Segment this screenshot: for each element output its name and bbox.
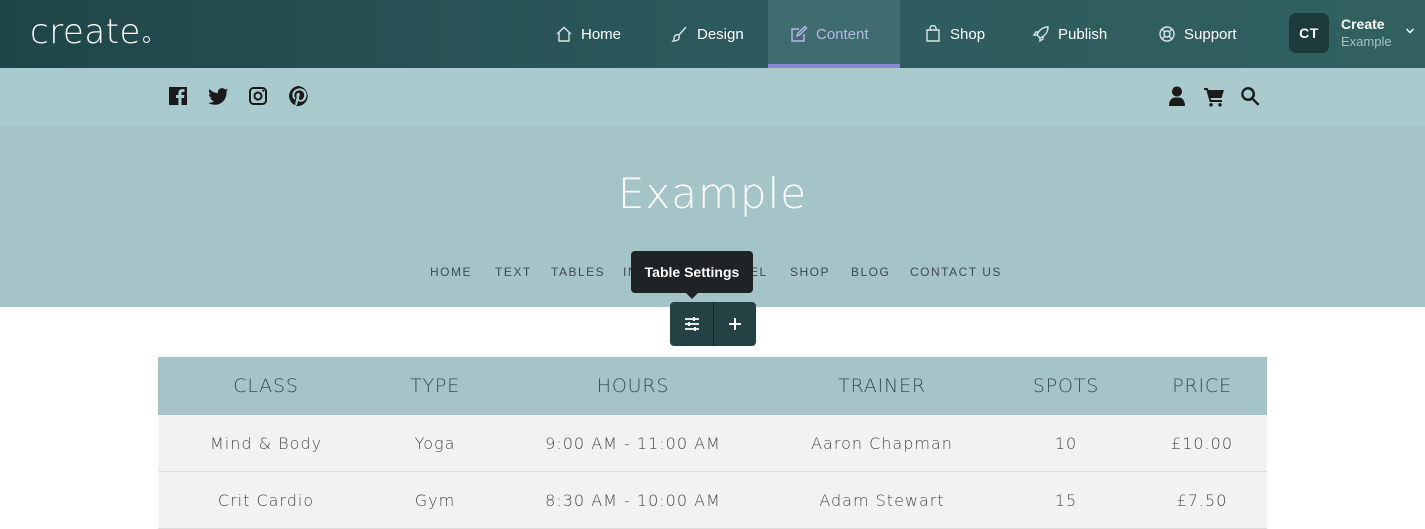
cell-price: £10.00 bbox=[1171, 434, 1233, 453]
cell-class: Crit Cardio bbox=[217, 491, 315, 510]
brush-icon bbox=[671, 26, 687, 42]
table-row[interactable]: Mind & Body Yoga 9:00 AM - 11:00 AM Aaro… bbox=[158, 415, 1267, 472]
cell-price: £7.50 bbox=[1176, 491, 1228, 510]
app-bar: create Home Design Content Shop Publish … bbox=[0, 0, 1425, 68]
table-row[interactable]: Crit Cardio Gym 8:30 AM - 10:00 AM Adam … bbox=[158, 472, 1267, 529]
edit-icon bbox=[791, 25, 808, 42]
logo-text: create bbox=[30, 12, 141, 52]
col-class: CLASS bbox=[233, 375, 299, 397]
table-settings-button[interactable] bbox=[670, 302, 713, 346]
sitenav-text[interactable]: TEXT bbox=[495, 265, 532, 279]
cell-trainer: Aaron Chapman bbox=[811, 434, 953, 453]
social-bar bbox=[0, 68, 1425, 125]
nav-publish[interactable]: Publish bbox=[1010, 0, 1129, 68]
avatar: CT bbox=[1289, 13, 1329, 53]
nav-design[interactable]: Design bbox=[649, 0, 766, 68]
nav-support-label: Support bbox=[1184, 25, 1237, 43]
create-logo[interactable]: create bbox=[30, 12, 150, 52]
facebook-icon[interactable] bbox=[167, 85, 189, 107]
nav-content-label: Content bbox=[816, 25, 869, 43]
nav-home-label: Home bbox=[581, 25, 622, 43]
rocket-icon bbox=[1032, 26, 1049, 43]
nav-publish-label: Publish bbox=[1058, 25, 1108, 43]
nav-support[interactable]: Support bbox=[1136, 0, 1259, 68]
cart-icon[interactable] bbox=[1203, 85, 1225, 107]
col-hours: HOURS bbox=[596, 375, 670, 397]
sitenav-contact-us[interactable]: CONTACT US bbox=[910, 265, 1002, 279]
site-title[interactable]: Example bbox=[0, 169, 1425, 218]
account-text: Create Example bbox=[1341, 16, 1392, 50]
table-header: CLASS TYPE HOURS TRAINER SPOTS PRICE bbox=[158, 357, 1267, 415]
account-name: Create bbox=[1341, 16, 1385, 33]
col-type: TYPE bbox=[410, 375, 460, 397]
classes-table: CLASS TYPE HOURS TRAINER SPOTS PRICE Min… bbox=[158, 357, 1267, 529]
chevron-down-icon bbox=[1405, 28, 1415, 34]
table-toolbar bbox=[670, 302, 756, 346]
sliders-icon bbox=[684, 317, 699, 331]
twitter-icon[interactable] bbox=[207, 85, 229, 107]
cell-type: Yoga bbox=[414, 434, 456, 453]
nav-design-label: Design bbox=[697, 25, 744, 43]
nav-shop[interactable]: Shop bbox=[902, 0, 1007, 68]
user-icon[interactable] bbox=[1166, 85, 1188, 107]
lifebuoy-icon bbox=[1159, 26, 1175, 42]
col-price: PRICE bbox=[1172, 375, 1232, 397]
nav-shop-label: Shop bbox=[950, 25, 986, 43]
nav-home[interactable]: Home bbox=[533, 0, 643, 68]
add-button[interactable] bbox=[713, 302, 756, 346]
nav-content[interactable]: Content bbox=[768, 0, 900, 68]
account-menu[interactable]: CT Create Example bbox=[1289, 13, 1415, 53]
instagram-icon[interactable] bbox=[247, 85, 269, 107]
plus-icon bbox=[729, 318, 741, 330]
cell-hours: 9:00 AM - 11:00 AM bbox=[545, 434, 721, 453]
home-icon bbox=[556, 26, 572, 42]
cell-trainer: Adam Stewart bbox=[819, 491, 945, 510]
account-site: Example bbox=[1341, 33, 1392, 49]
cell-hours: 8:30 AM - 10:00 AM bbox=[545, 491, 721, 510]
sitenav-blog[interactable]: BLOG bbox=[851, 265, 890, 279]
sitenav-shop[interactable]: SHOP bbox=[790, 265, 830, 279]
cell-spots: 10 bbox=[1054, 434, 1078, 453]
shopping-bag-icon bbox=[926, 25, 940, 42]
logo-dot bbox=[142, 36, 150, 43]
col-spots: SPOTS bbox=[1032, 375, 1100, 397]
pinterest-icon[interactable] bbox=[288, 85, 310, 107]
cell-class: Mind & Body bbox=[209, 434, 323, 453]
sitenav-tables[interactable]: TABLES bbox=[551, 265, 605, 279]
cell-type: Gym bbox=[414, 491, 456, 510]
cell-spots: 15 bbox=[1054, 491, 1078, 510]
search-icon[interactable] bbox=[1239, 85, 1261, 107]
col-trainer: TRAINER bbox=[838, 375, 926, 397]
table-settings-tooltip: Table Settings bbox=[631, 251, 753, 299]
sitenav-home[interactable]: HOME bbox=[430, 265, 472, 279]
